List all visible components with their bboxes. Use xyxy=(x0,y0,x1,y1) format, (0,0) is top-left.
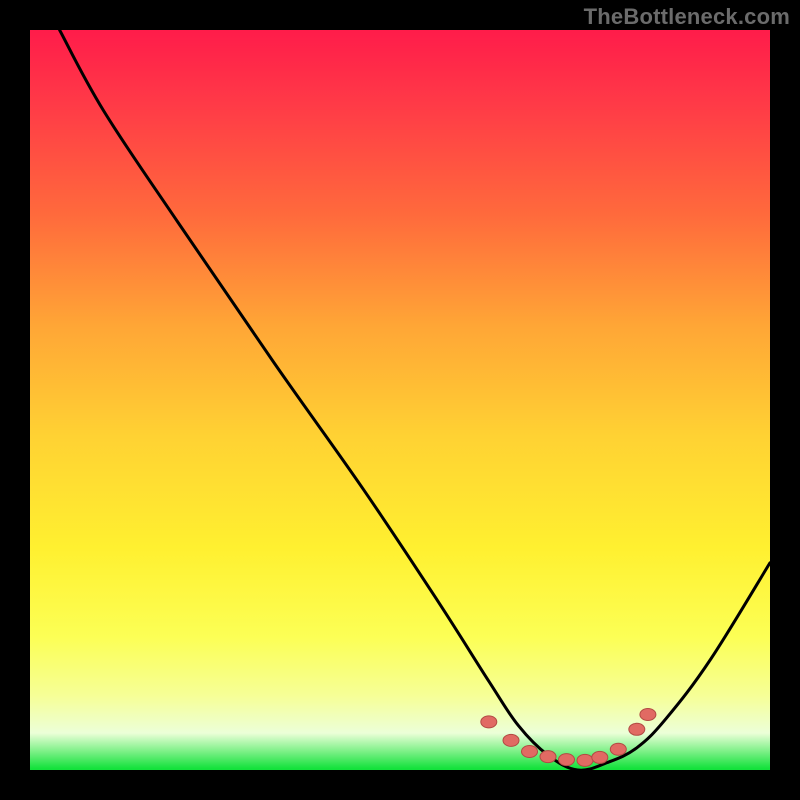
plot-gradient-background xyxy=(30,30,770,770)
chart-frame: TheBottleneck.com xyxy=(0,0,800,800)
watermark-text: TheBottleneck.com xyxy=(584,4,790,30)
